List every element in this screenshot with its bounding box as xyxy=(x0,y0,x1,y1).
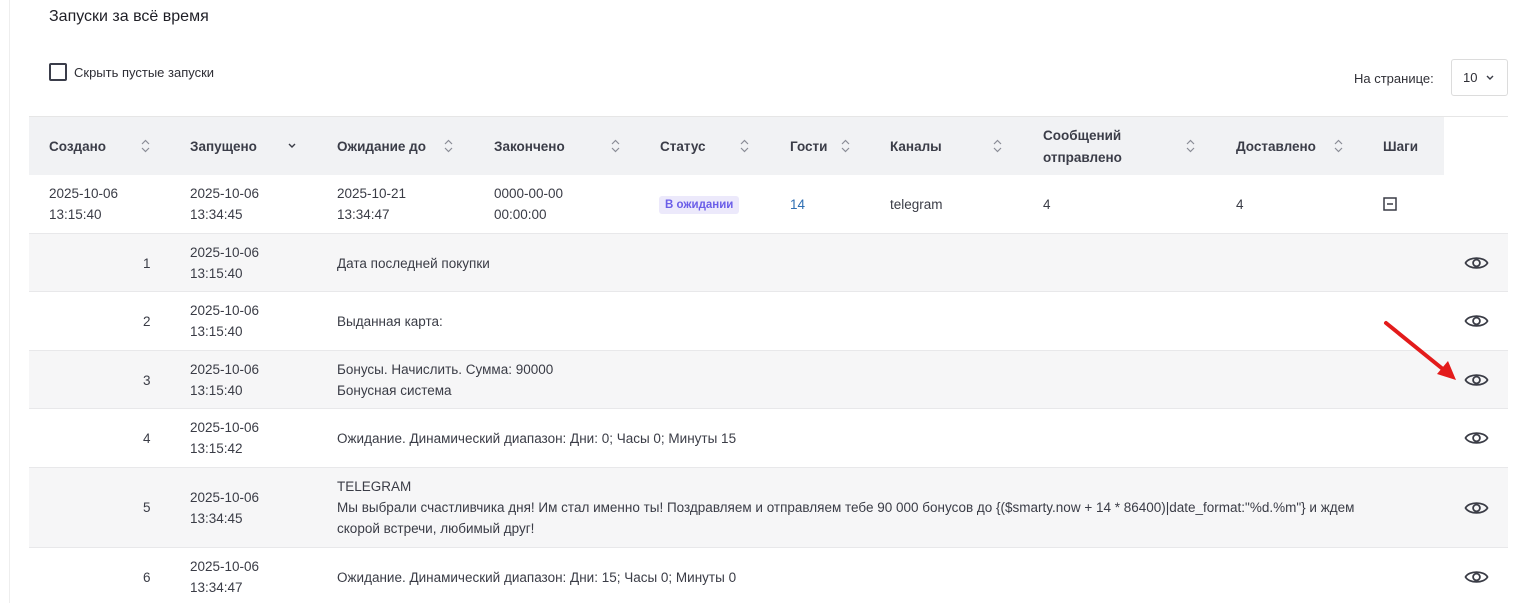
step-number: 3 xyxy=(143,373,151,388)
chevron-down-icon xyxy=(1486,75,1494,80)
sort-arrows-icon[interactable] xyxy=(993,139,1002,153)
page-title: Запуски за всё время xyxy=(49,8,209,25)
sort-arrows-icon[interactable] xyxy=(444,139,453,153)
step-description: Дата последней покупки xyxy=(337,256,490,271)
column-header-created[interactable]: Создано xyxy=(49,117,169,176)
run-row: 2025-10-06 13:15:40 2025-10-06 13:34:45 … xyxy=(29,175,1508,234)
step-timestamp: 2025-10-06 13:15:40 xyxy=(190,245,260,281)
column-header-wait-until[interactable]: Ожидание до xyxy=(337,117,477,176)
sort-arrows-icon[interactable] xyxy=(740,139,749,153)
step-description: Ожидание. Динамический диапазон: Дни: 0;… xyxy=(337,431,737,446)
step-number: 6 xyxy=(143,570,151,585)
run-messages-sent: 4 xyxy=(1043,197,1051,212)
annotation-arrow xyxy=(1384,321,1456,380)
column-header-messages-sent[interactable]: Сообщений отправлено xyxy=(1043,117,1213,176)
eye-icon[interactable] xyxy=(1464,312,1489,330)
step-number: 2 xyxy=(143,314,151,329)
per-page-value: 10 xyxy=(1463,70,1478,85)
minus-square-icon[interactable] xyxy=(1383,197,1397,211)
column-header-status[interactable]: Статус xyxy=(660,117,760,176)
hide-empty-checkbox[interactable] xyxy=(49,63,67,81)
step-timestamp: 2025-10-06 13:15:40 xyxy=(190,303,260,339)
step-row: 1 2025-10-06 13:15:40 Дата последней пок… xyxy=(29,234,1508,292)
eye-icon[interactable] xyxy=(1464,568,1489,586)
table-header: Создано Запущено Ожидание до Закончено С… xyxy=(29,116,1444,175)
column-header-channels[interactable]: Каналы xyxy=(890,117,1010,176)
step-number: 5 xyxy=(143,500,151,515)
sort-arrows-icon[interactable] xyxy=(841,139,850,153)
column-header-guests[interactable]: Гости xyxy=(790,117,870,176)
run-channels: telegram xyxy=(890,197,943,212)
run-finished: 0000-00-00 00:00:00 xyxy=(494,186,564,222)
eye-icon[interactable] xyxy=(1464,254,1489,272)
column-header-started[interactable]: Запущено xyxy=(190,117,320,176)
step-description: TELEGRAM Мы выбрали счастливчика дня! Им… xyxy=(337,479,1355,536)
status-badge: В ожидании xyxy=(659,196,740,214)
step-number: 1 xyxy=(143,256,151,271)
step-row: 5 2025-10-06 13:34:45 TELEGRAM Мы выбрал… xyxy=(29,468,1508,548)
sort-arrows-icon[interactable] xyxy=(141,139,150,153)
header-divider xyxy=(1444,116,1508,117)
step-description: Выданная карта: xyxy=(337,314,443,329)
run-created: 2025-10-06 13:15:40 xyxy=(49,186,119,222)
step-row: 6 2025-10-06 13:34:47 Ожидание. Динамиче… xyxy=(29,548,1508,603)
step-row: 3 2025-10-06 13:15:40 Бонусы. Начислить.… xyxy=(29,351,1508,409)
step-timestamp: 2025-10-06 13:15:40 xyxy=(190,362,260,398)
step-row: 2 2025-10-06 13:15:40 Выданная карта: xyxy=(29,292,1508,351)
step-timestamp: 2025-10-06 13:34:45 xyxy=(190,490,260,526)
left-divider xyxy=(9,0,10,603)
column-header-delivered[interactable]: Доставлено xyxy=(1236,117,1356,176)
eye-icon[interactable] xyxy=(1464,371,1489,389)
run-wait-until: 2025-10-21 13:34:47 xyxy=(337,186,407,222)
per-page-select[interactable]: 10 xyxy=(1451,59,1508,96)
step-description: Бонусы. Начислить. Сумма: 90000 Бонусная… xyxy=(337,362,554,398)
sort-arrows-icon[interactable] xyxy=(611,139,620,153)
sort-arrows-icon[interactable] xyxy=(1186,139,1195,153)
eye-icon[interactable] xyxy=(1464,429,1489,447)
run-started: 2025-10-06 13:34:45 xyxy=(190,186,260,222)
step-number: 4 xyxy=(143,431,151,446)
run-delivered: 4 xyxy=(1236,197,1244,212)
guests-link[interactable]: 14 xyxy=(790,194,805,215)
step-description: Ожидание. Динамический диапазон: Дни: 15… xyxy=(337,570,737,585)
column-header-finished[interactable]: Закончено xyxy=(494,117,634,176)
step-timestamp: 2025-10-06 13:34:47 xyxy=(190,559,260,595)
hide-empty-runs-toggle[interactable]: Скрыть пустые запуски xyxy=(49,63,214,81)
hide-empty-label: Скрыть пустые запуски xyxy=(74,64,215,80)
step-timestamp: 2025-10-06 13:15:42 xyxy=(190,420,260,456)
eye-icon[interactable] xyxy=(1464,499,1489,517)
step-row: 4 2025-10-06 13:15:42 Ожидание. Динамиче… xyxy=(29,409,1508,468)
sort-arrows-icon[interactable] xyxy=(1334,139,1343,153)
per-page-label: На странице: xyxy=(1354,71,1434,86)
chevron-down-icon[interactable] xyxy=(287,141,297,151)
column-header-steps: Шаги xyxy=(1383,138,1418,154)
